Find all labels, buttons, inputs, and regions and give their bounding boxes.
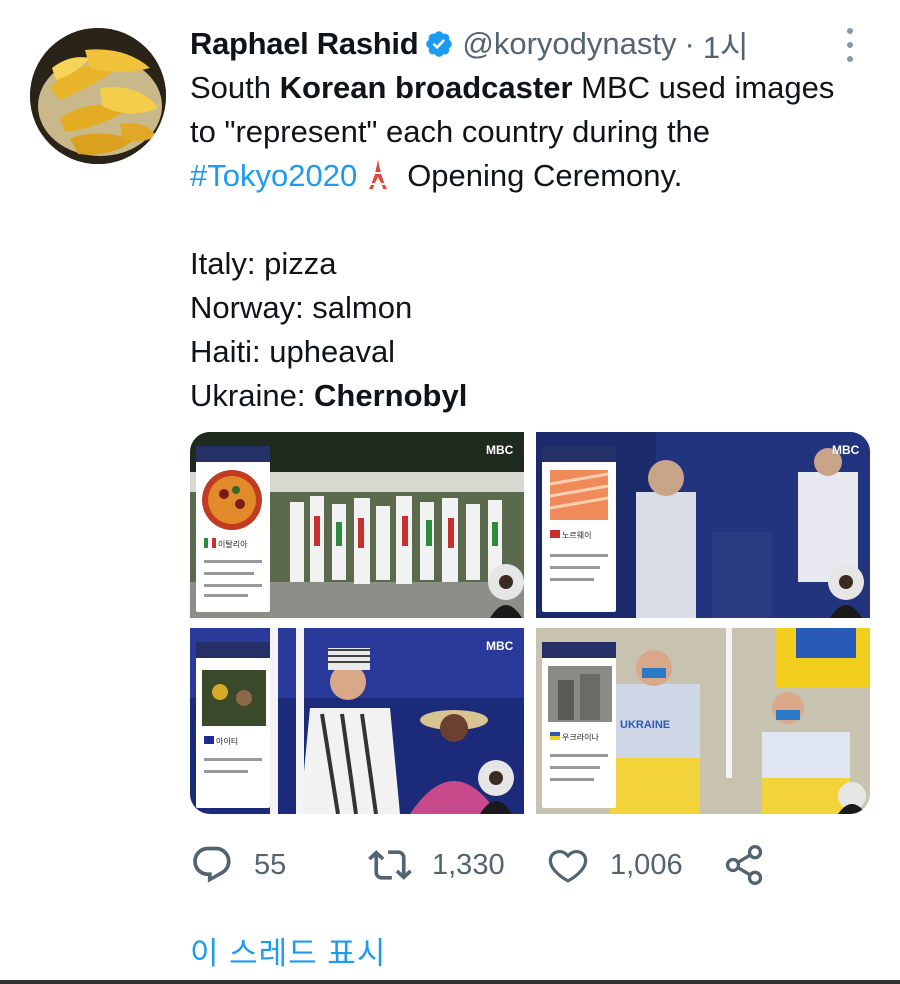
tweet-list-item: Italy: pizza [190,246,337,281]
media-grid: 이탈리아 MBC 노르웨이 MBC 아이티 MBC UKRAINE 우크라이나 [190,432,870,814]
tokyo-tower-emoji [369,159,388,189]
media-caption: 노르웨이 [562,530,591,540]
divider [0,980,900,984]
tweet-list-item: Ukraine: [190,378,315,413]
media-image-norway[interactable]: 노르웨이 MBC [536,432,870,618]
retweet-button[interactable]: 1,330 [368,840,505,890]
author-handle[interactable]: @koryodynasty [462,26,676,62]
tweet-text: South Korean broadcaster MBC used images… [190,66,880,418]
tweet-actions: 55 1,330 1,006 [190,840,790,890]
hashtag-link[interactable]: #Tokyo2020 [190,158,357,193]
share-button[interactable] [722,840,786,890]
media-caption: 우크라이나 [562,732,599,742]
avatar-image [30,28,166,164]
tweet-text-bold: Chernobyl [314,378,468,413]
author-avatar[interactable] [30,28,166,164]
media-image-haiti[interactable]: 아이티 MBC [190,628,524,814]
media-caption: 이탈리아 [218,539,248,549]
more-icon[interactable] [840,28,860,62]
media-image-ukraine[interactable]: UKRAINE 우크라이나 [536,628,870,814]
tweet-header: Raphael Rashid @koryodynasty · 1시 [190,22,880,66]
jersey-text: UKRAINE [620,719,670,731]
verified-badge-icon [426,31,453,57]
tweet-timestamp[interactable]: 1시 [703,22,749,67]
reply-count: 55 [254,848,287,881]
tweet-list-item: Norway: salmon [190,290,413,325]
broadcaster-logo: MBC [486,639,514,653]
tweet-text-bold: Korean broadcaster [279,70,573,105]
share-icon [725,845,763,885]
tweet-text-segment: South [190,70,280,105]
tweet-text-segment: Opening Ceremony. [407,158,683,193]
broadcaster-logo: MBC [832,443,860,457]
media-image-italy[interactable]: 이탈리아 MBC [190,432,524,618]
retweet-icon [368,850,412,880]
author-name[interactable]: Raphael Rashid [190,26,419,62]
like-icon [548,850,588,883]
show-thread-link[interactable]: 이 스레드 표시 [190,928,386,973]
tweet[interactable]: Raphael Rashid @koryodynasty · 1시 South … [190,22,880,418]
reply-icon [193,846,231,883]
tweet-text-segment: MBC used images [572,70,835,105]
like-count: 1,006 [610,848,683,881]
separator-dot: · [684,26,695,61]
tweet-list-item: Haiti: upheaval [190,334,396,369]
reply-button[interactable]: 55 [190,840,286,890]
like-button[interactable]: 1,006 [546,840,683,890]
media-caption: 아이티 [216,736,238,746]
retweet-count: 1,330 [432,848,505,881]
tweet-text-line: to "represent" each country during the [190,114,711,149]
broadcaster-logo: MBC [486,443,514,457]
